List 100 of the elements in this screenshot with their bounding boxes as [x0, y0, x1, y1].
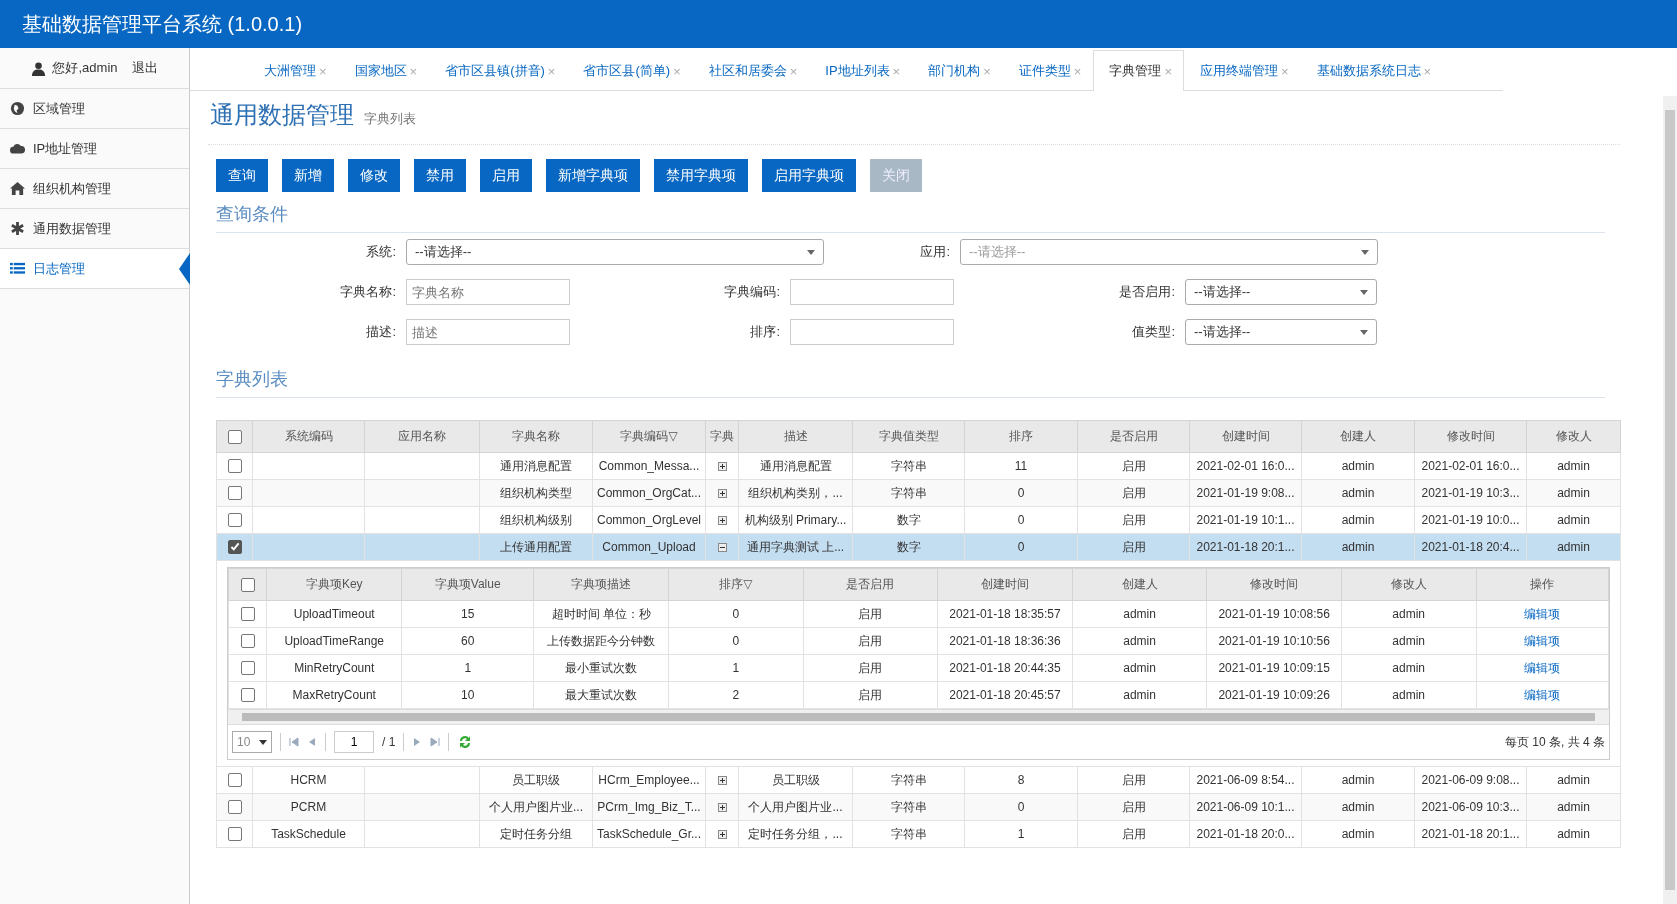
column-header[interactable]: 创建时间	[937, 568, 1073, 601]
edit-link[interactable]: 编辑项	[1524, 633, 1561, 648]
toolbar-button[interactable]: 查询	[216, 159, 268, 192]
sidebar-item[interactable]: 区域管理	[0, 89, 189, 129]
column-header[interactable]: 字典项Value	[401, 568, 534, 601]
sidebar-item[interactable]: 日志管理	[0, 249, 189, 289]
toolbar-button[interactable]: 修改	[348, 159, 400, 192]
logout-link[interactable]: 退出	[131, 59, 158, 77]
expand-icon[interactable]	[717, 516, 727, 526]
sidebar-item[interactable]: IP地址管理	[0, 129, 189, 169]
select-field[interactable]: --请选择--	[1185, 319, 1377, 345]
table-row[interactable]: PCRM 个人用户图片业... PCrm_Img_Biz_T... 个人用户图片业... 字符串 0 启用 2021-06-09 10:1... admin 2021-06-09 10:3... admin	[216, 793, 1621, 821]
checkbox[interactable]	[227, 459, 242, 474]
column-header[interactable]: 描述	[738, 420, 853, 453]
input-field[interactable]	[790, 279, 954, 305]
column-header[interactable]: 字典项Key	[266, 568, 402, 601]
column-header[interactable]: 字典名称	[479, 420, 593, 453]
edit-link[interactable]: 编辑项	[1524, 606, 1561, 621]
column-header[interactable]: 排序▽	[668, 568, 804, 601]
expand-icon[interactable]	[717, 830, 727, 840]
toolbar-button[interactable]: 启用字典项	[762, 159, 856, 192]
page-subtitle: 字典列表	[364, 110, 416, 128]
tab[interactable]: 字典管理 ×	[1093, 50, 1184, 91]
tab[interactable]: 大洲管理 ×	[248, 50, 339, 91]
table-row[interactable]: 组织机构级别 Common_OrgLevel 机构级别 Primary... 数字 0 启用 2021-01-19 10:1... admin 2021-01-19 10:0... admin	[216, 506, 1621, 534]
column-header[interactable]: 修改人	[1526, 420, 1621, 453]
tab[interactable]: 国家地区 ×	[338, 50, 430, 91]
edit-link[interactable]: 编辑项	[1524, 660, 1561, 675]
tab[interactable]: 基础数据系统日志 ×	[1300, 50, 1444, 91]
column-header[interactable]: 修改时间	[1414, 420, 1527, 453]
table-cell: UploadTimeRange	[266, 627, 402, 655]
vertical-scrollbar[interactable]	[1663, 96, 1677, 904]
expand-icon[interactable]	[717, 776, 727, 786]
checkbox[interactable]	[240, 577, 255, 592]
column-header[interactable]: 应用名称	[364, 420, 480, 453]
tab[interactable]: 证件类型 ×	[1002, 50, 1094, 91]
toolbar-button[interactable]: 禁用	[414, 159, 466, 192]
expand-icon[interactable]	[717, 462, 727, 472]
column-header[interactable]: 修改时间	[1206, 568, 1342, 601]
table-cell: 上传通用配置	[479, 533, 593, 561]
collapse-icon[interactable]	[717, 543, 727, 553]
column-header[interactable]: 创建人	[1301, 420, 1415, 453]
column-header[interactable]: 操作	[1476, 568, 1609, 601]
checkbox[interactable]	[240, 607, 255, 622]
first-page-icon[interactable]	[289, 737, 299, 747]
select-field[interactable]: --请选择--	[1185, 279, 1377, 305]
input-field[interactable]: 字典名称	[406, 279, 570, 305]
toolbar-button[interactable]: 新增字典项	[546, 159, 640, 192]
checkbox[interactable]	[227, 429, 242, 444]
select-field[interactable]: --请选择--	[406, 239, 824, 265]
checkbox[interactable]	[240, 661, 255, 676]
edit-link[interactable]: 编辑项	[1524, 687, 1561, 702]
checkbox[interactable]	[227, 540, 242, 555]
checkbox[interactable]	[227, 800, 242, 815]
checkbox[interactable]	[227, 513, 242, 528]
tab[interactable]: 应用终端管理 ×	[1184, 50, 1301, 91]
table-cell: admin	[1526, 506, 1621, 534]
previous-page-icon[interactable]	[307, 737, 317, 747]
input-field[interactable]	[790, 319, 954, 345]
checkbox[interactable]	[227, 773, 242, 788]
table-cell: 定时任务分组	[479, 820, 593, 848]
column-header[interactable]: 是否启用	[803, 568, 938, 601]
column-header[interactable]: 系统编码	[252, 420, 365, 453]
tab[interactable]: IP地址列表 ×	[809, 50, 913, 91]
toolbar-button[interactable]: 新增	[282, 159, 334, 192]
column-header[interactable]: 字典值类型	[852, 420, 965, 453]
column-header[interactable]: 修改人	[1341, 568, 1476, 601]
table-row[interactable]: TaskSchedule 定时任务分组 TaskSchedule_Gr... 定时任务分组，... 字符串 1 启用 2021-01-18 20:0... admin 2021-01-18 20:1... admin	[216, 820, 1621, 848]
checkbox[interactable]	[240, 688, 255, 703]
table-row[interactable]: 通用消息配置 Common_Messa... 通用消息配置 字符串 11 启用 2021-02-01 16:0... admin 2021-02-01 16:0... admin	[216, 452, 1621, 480]
column-header[interactable]: 是否启用	[1077, 420, 1190, 453]
page-input[interactable]: 1	[334, 731, 374, 753]
checkbox[interactable]	[240, 634, 255, 649]
table-cell: admin	[1526, 766, 1621, 794]
expand-icon[interactable]	[717, 803, 727, 813]
tab[interactable]: 社区和居委会 ×	[692, 50, 810, 91]
last-page-icon[interactable]	[430, 737, 441, 747]
column-header[interactable]: 排序	[964, 420, 1078, 453]
tab[interactable]: 部门机构 ×	[912, 50, 1003, 91]
expand-icon[interactable]	[717, 489, 727, 499]
table-row[interactable]: HCRM 员工职级 HCrm_Employee... 员工职级 字符串 8 启用 2021-06-09 8:54... admin 2021-06-09 9:08... admin	[216, 766, 1621, 794]
page-size-select[interactable]: 10	[232, 731, 272, 753]
column-header[interactable]: 创建人	[1072, 568, 1207, 601]
table-cell: 0	[668, 627, 804, 655]
tab[interactable]: 省市区县镇(拼音) ×	[429, 50, 568, 91]
column-header[interactable]: 创建时间	[1189, 420, 1302, 453]
table-row[interactable]: 上传通用配置 Common_Upload 通用字典测试 上... 数字 0 启用 2021-01-18 20:1... admin 2021-01-18 20:4... admin	[216, 533, 1621, 561]
column-header[interactable]: 字典	[705, 420, 739, 453]
toolbar-button[interactable]: 启用	[480, 159, 532, 192]
tab[interactable]: 省市区县(简单) ×	[567, 50, 693, 91]
table-row[interactable]: 组织机构类型 Common_OrgCat... 组织机构类别，... 字符串 0 启用 2021-01-19 9:08... admin 2021-01-19 10:3... admin	[216, 479, 1621, 507]
input-field[interactable]: 描述	[406, 319, 570, 345]
checkbox[interactable]	[227, 486, 242, 501]
horizontal-scrollbar[interactable]	[228, 709, 1609, 724]
toolbar-button[interactable]: 禁用字典项	[654, 159, 748, 192]
column-header[interactable]: 字典项描述	[533, 568, 669, 601]
sidebar-item[interactable]: 组织机构管理	[0, 169, 189, 209]
column-header[interactable]: 字典编码▽	[592, 420, 706, 453]
table-cell: TaskSchedule_Gr...	[592, 820, 706, 848]
checkbox[interactable]	[227, 827, 242, 842]
